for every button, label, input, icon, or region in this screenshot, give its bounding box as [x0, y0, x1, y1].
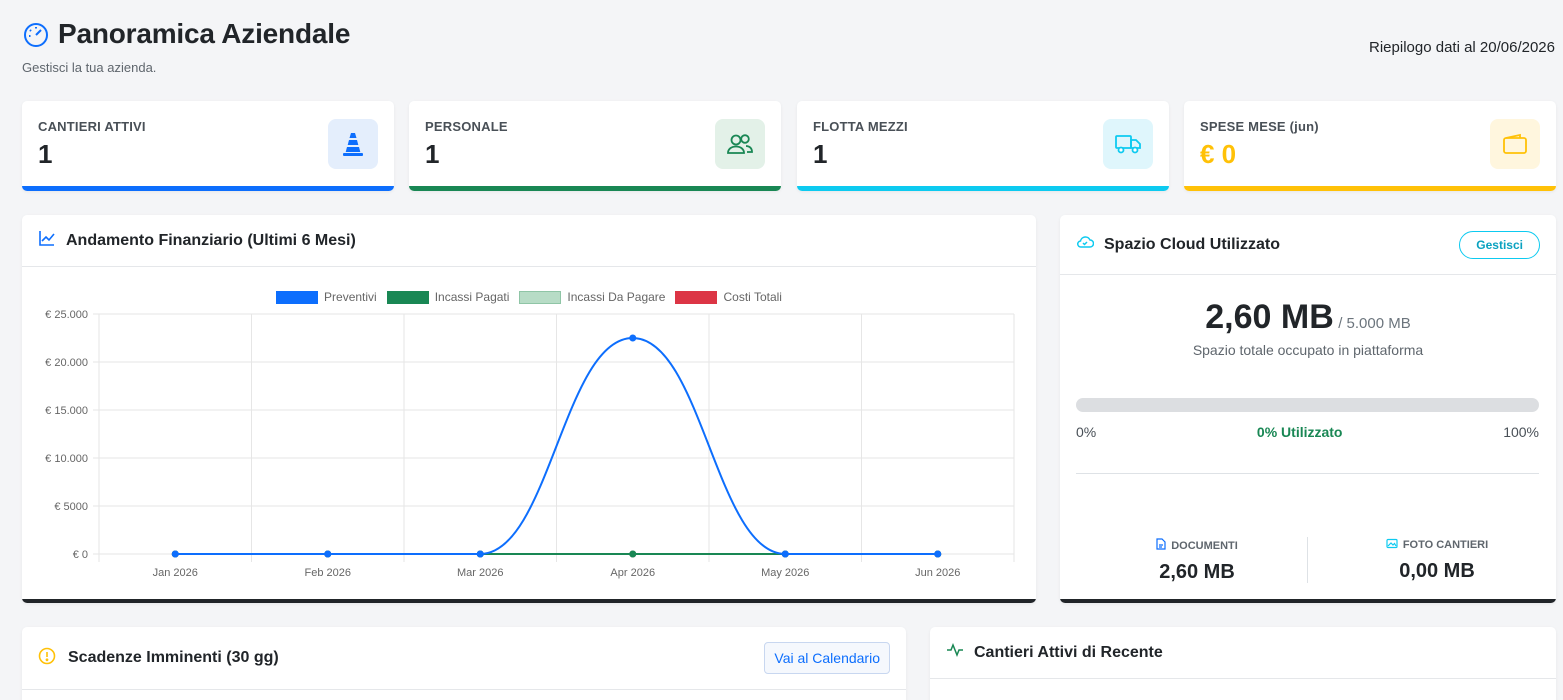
photos-value: 0,00 MB [1399, 560, 1475, 582]
activity-icon [946, 642, 964, 662]
progress-min: 0% [1076, 424, 1097, 440]
photo-icon [1386, 538, 1398, 552]
kpi-card-cantieri[interactable]: CANTIERI ATTIVI 1 [22, 101, 394, 191]
speedometer-icon [22, 20, 50, 48]
progress-used-label: 0% Utilizzato [1256, 424, 1343, 440]
finance-chart-title: Andamento Finanziario (Ultimi 6 Mesi) [66, 231, 356, 249]
documents-value: 2,60 MB [1159, 561, 1235, 583]
kpi-label: FLOTTA MEZZI [813, 119, 908, 134]
page-title: Panoramica Aziendale [58, 18, 351, 49]
people-icon [715, 119, 765, 169]
legend-item[interactable]: Incassi Da Pagare [519, 290, 665, 304]
kpi-card-personale[interactable]: PERSONALE 1 [409, 101, 781, 191]
kpi-value: 1 [813, 139, 828, 169]
cloud-content: 2,60 MB / 5.000 MB Spazio totale occupat… [1060, 0, 1556, 700]
traffic-cone-icon [328, 119, 378, 169]
chart-legend: Preventivi Incassi Pagati Incassi Da Pag… [22, 290, 1036, 304]
kpi-value: 1 [38, 139, 53, 169]
usage-caption: Spazio totale occupato in piattaforma [1192, 342, 1424, 358]
kpi-value: 1 [425, 139, 440, 169]
usage-value: 2,60 MB / 5.000 MB [1060, 298, 1556, 337]
deadlines-title: Scadenze Imminenti (30 gg) [68, 649, 279, 666]
recent-sites-title: Cantieri Attivi di Recente [974, 643, 1163, 661]
legend-item[interactable]: Incassi Pagati [386, 290, 509, 304]
legend-item[interactable]: Preventivi [276, 290, 377, 304]
deadlines-card: Scadenze Imminenti (30 gg) Vai al Calend… [22, 627, 906, 700]
document-icon [1156, 538, 1166, 553]
kpi-label: PERSONALE [425, 119, 508, 134]
used-space: 2,60 MB [1205, 298, 1334, 336]
progress-max: 100% [1503, 424, 1539, 440]
photos-stat: FOTO CANTIERI 0,00 MB [1317, 538, 1557, 583]
warning-icon [38, 647, 56, 670]
recent-sites-card: Cantieri Attivi di Recente [930, 627, 1556, 700]
chart-line-icon [38, 229, 56, 252]
total-space: / 5.000 MB [1338, 315, 1411, 332]
documents-stat: DOCUMENTI 2,60 MB [1077, 538, 1317, 584]
calendar-button[interactable]: Vai al Calendario [764, 642, 890, 674]
legend-item[interactable]: Costi Totali [675, 290, 782, 304]
finance-chart-card: Andamento Finanziario (Ultimi 6 Mesi) [22, 215, 1036, 603]
kpi-label: CANTIERI ATTIVI [38, 119, 146, 134]
usage-progress-bar [1076, 398, 1539, 412]
